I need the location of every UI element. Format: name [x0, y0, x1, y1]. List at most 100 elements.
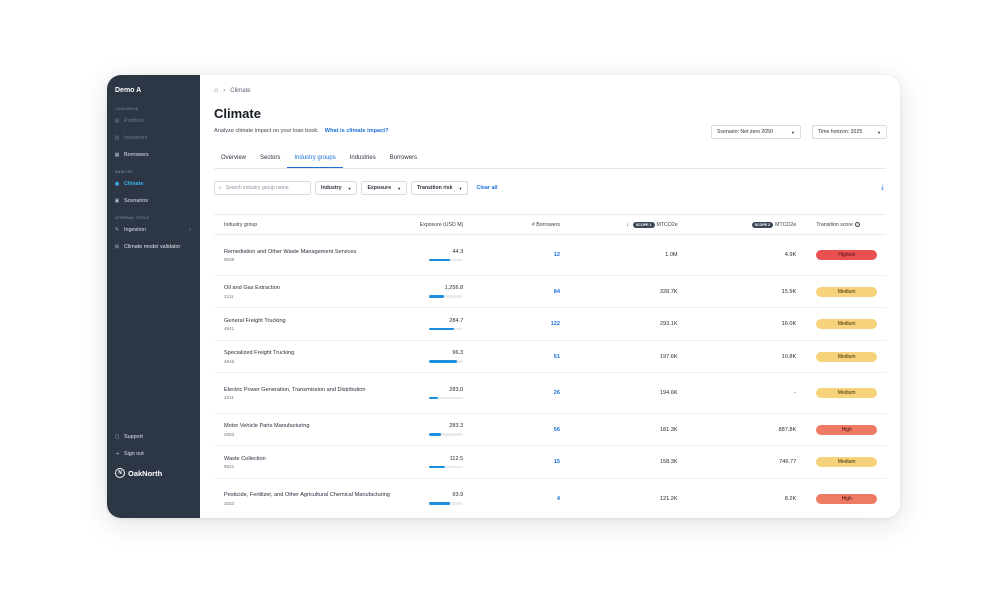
industry-filter[interactable]: Industry ▼	[315, 181, 358, 195]
breadcrumb-current: Climate	[230, 87, 251, 94]
exposure-value: 44.3	[452, 248, 464, 255]
table-header: Industry group Exposure (USD M) # Borrow…	[214, 215, 886, 235]
tab-industries[interactable]: Industries	[343, 153, 383, 168]
transition-score-badge: Medium	[816, 388, 878, 398]
header-borrowers[interactable]: # Borrowers	[463, 222, 560, 228]
table-row[interactable]: General Freight Trucking 4841 284.7 122 …	[214, 308, 886, 341]
scope2-value: 746.77	[779, 459, 797, 465]
sidebar-item-industries[interactable]: ▥ Industries	[113, 132, 195, 144]
borrowers-cell: 15	[463, 459, 560, 465]
industry-group-code: 5629	[224, 257, 235, 263]
transition-score-cell: Medium	[796, 388, 886, 398]
clear-all-button[interactable]: Clear all	[476, 185, 497, 191]
industry-group-name[interactable]: Pesticide, Fertilizer, and Other Agricul…	[224, 491, 397, 500]
scenario-select[interactable]: Scenario: Net zero 2050 ▼	[711, 125, 801, 139]
search-input[interactable]: ⌕ Search industry group name	[214, 181, 311, 195]
org-name[interactable]: Demo A	[115, 87, 141, 94]
sidebar-item-validator[interactable]: ⊞ Climate model validator	[113, 241, 195, 253]
exposure-bar-fill	[429, 396, 438, 400]
tab-overview[interactable]: Overview	[214, 153, 253, 168]
header-exposure[interactable]: Exposure (USD M)	[397, 222, 464, 228]
exposure-bar	[429, 258, 464, 262]
sidebar-item-portfolio[interactable]: ▤ Portfolio	[113, 115, 195, 127]
industry-group-code: 4842	[224, 358, 235, 364]
exposure-bar-fill	[429, 502, 451, 505]
exposure-cell: 93.9	[397, 492, 464, 505]
time-horizon-select[interactable]: Time horizon: 2025 ▼	[812, 125, 887, 139]
transition-score-cell: Medium	[796, 319, 886, 329]
scope2-tag: SCOPE 2	[751, 221, 774, 228]
sidebar-item-borrowers[interactable]: ▦ Borrowers	[113, 149, 195, 161]
header-scope2[interactable]: SCOPE 2 MTCO2e	[678, 221, 796, 228]
sidebar-item-support[interactable]: ▢ Support	[113, 431, 195, 443]
sidebar-item-ingestion[interactable]: ✎ Ingestion ›	[113, 224, 195, 236]
tab-borrowers[interactable]: Borrowers	[383, 153, 424, 168]
industry-group-cell: Specialized Freight Trucking 4842	[214, 349, 397, 364]
table-row[interactable]: Oil and Gas Extraction 2111 1,256.8 84 3…	[214, 276, 886, 308]
exposure-bar	[429, 396, 464, 400]
table-row[interactable]: Waste Collection 5621 112.5 15 158.3K 74…	[214, 446, 886, 479]
tab-sectors[interactable]: Sectors	[253, 153, 287, 168]
sidebar-item-sign-out[interactable]: ⇥ Sign out	[113, 448, 195, 460]
scope1-value: 158.3K	[659, 459, 678, 465]
exposure-cell: 112.5	[397, 456, 464, 469]
exposure-value: 284.7	[449, 317, 464, 324]
transition-score-cell: High	[796, 424, 886, 435]
tab-industry-groups[interactable]: Industry groups	[287, 153, 343, 168]
wrench-icon: ✎	[114, 227, 120, 233]
industry-group-name[interactable]: Electric Power Generation, Transmission …	[224, 386, 397, 395]
industry-group-name[interactable]: Waste Collection	[224, 455, 397, 464]
tab-divider	[214, 168, 886, 169]
transition-risk-filter[interactable]: Transition risk ▼	[411, 181, 469, 195]
sidebar: Demo A Loan book ▤ Portfolio ▥ Industrie…	[107, 75, 200, 518]
home-icon[interactable]: ⌂	[214, 87, 218, 94]
header-transition-score[interactable]: Transition score i	[796, 221, 886, 228]
table-row[interactable]: Pesticide, Fertilizer, and Other Agricul…	[214, 479, 886, 518]
sidebar-item-label: Support	[124, 434, 143, 440]
scope1-value: 181.3K	[659, 426, 678, 433]
transition-risk-filter-label: Transition risk	[417, 185, 453, 191]
header-industry-group[interactable]: Industry group	[214, 222, 397, 228]
exposure-bar-fill	[429, 295, 444, 298]
industry-group-name[interactable]: Specialized Freight Trucking	[224, 349, 397, 358]
industry-group-name[interactable]: Motor Vehicle Parts Manufacturing	[224, 422, 397, 431]
table-row[interactable]: Motor Vehicle Parts Manufacturing 3363 2…	[214, 414, 886, 446]
scope1-value: 121.2K	[659, 495, 678, 502]
borrowers-cell: 56	[463, 427, 560, 433]
industry-group-name[interactable]: General Freight Trucking	[224, 317, 397, 326]
exposure-bar	[429, 502, 464, 505]
table-row[interactable]: Specialized Freight Trucking 4842 96.3 5…	[214, 341, 886, 373]
scenario-value: Scenario: Net zero 2050	[717, 129, 773, 135]
industry-group-name[interactable]: Oil and Gas Extraction	[224, 284, 397, 293]
industries-icon: ▥	[114, 135, 120, 141]
sidebar-item-label: Climate model validator	[124, 244, 181, 250]
exposure-filter[interactable]: Exposure ▼	[361, 181, 408, 195]
table-row[interactable]: Electric Power Generation, Transmission …	[214, 373, 886, 414]
sort-down-icon: ↓	[625, 221, 629, 228]
exposure-value: 96.3	[452, 350, 464, 357]
page-title: Climate	[214, 106, 261, 121]
header-scope1[interactable]: ↓ SCOPE 1 MTCO2e	[560, 221, 678, 228]
borrowers-link[interactable]: 122	[551, 321, 560, 327]
exposure-bar	[429, 295, 464, 298]
climate-impact-help-link[interactable]: What is climate impact?	[325, 128, 389, 134]
exposure-bar-fill	[429, 327, 454, 331]
industry-filter-label: Industry	[321, 185, 342, 191]
transition-score-cell: High	[796, 493, 886, 504]
sidebar-item-label: Ingestion	[124, 227, 146, 233]
industry-group-cell: Pesticide, Fertilizer, and Other Agricul…	[214, 491, 397, 506]
logo-mark-icon: N	[115, 468, 125, 478]
download-icon[interactable]: ⤓	[881, 184, 884, 192]
industry-group-name[interactable]: Remediation and Other Waste Management S…	[224, 248, 397, 257]
sidebar-item-scenarios[interactable]: ▣ Scenarios	[113, 195, 195, 207]
sidebar-item-label: Climate	[124, 181, 144, 187]
info-icon[interactable]: i	[854, 221, 860, 227]
table-row[interactable]: Remediation and Other Waste Management S…	[214, 235, 886, 276]
chevron-down-icon: ▼	[397, 185, 402, 191]
exposure-filter-label: Exposure	[367, 185, 392, 191]
sidebar-item-climate[interactable]: ◉ Climate	[113, 178, 195, 190]
borrowers-cell: 84	[463, 289, 560, 295]
transition-score-badge: Highest	[816, 250, 878, 260]
scope1-value: 197.6K	[659, 353, 678, 360]
sidebar-item-label: Portfolio	[124, 118, 144, 124]
